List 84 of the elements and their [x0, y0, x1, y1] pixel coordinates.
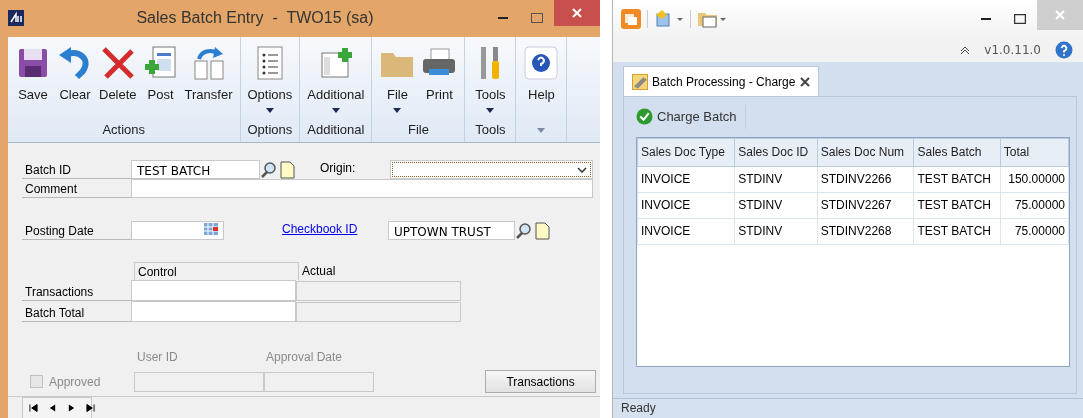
checkbook-link[interactable]: Checkbook ID: [282, 220, 388, 238]
ribbon-button[interactable]: Delete: [96, 37, 140, 120]
close-icon: [1055, 10, 1065, 20]
ribbon-button[interactable]: Save: [12, 37, 54, 120]
date-field[interactable]: [131, 221, 224, 240]
ribbon-button[interactable]: Transfer: [181, 37, 236, 120]
tab[interactable]: Batch Processing - Charge: [623, 66, 819, 96]
check-circle-icon: [636, 108, 653, 126]
table-cell: STDINV: [734, 166, 818, 192]
input-field[interactable]: TEST BATCH: [131, 160, 260, 179]
input-field[interactable]: [131, 179, 593, 198]
ribbon-button[interactable]: Clear: [54, 37, 96, 120]
minimize-icon: [498, 16, 508, 19]
ribbon-button[interactable]: Tools: [469, 37, 512, 120]
ribbon-group-label: Tools: [474, 120, 507, 139]
ribbon-button[interactable]: File: [376, 37, 419, 120]
ribbon-button[interactable]: Print: [418, 37, 461, 120]
next-record-icon[interactable]: [67, 403, 76, 413]
ribbon-group-label: File: [406, 120, 430, 139]
chevron-down-icon: [577, 166, 587, 173]
collapse-icon[interactable]: [537, 127, 546, 133]
last-record-icon[interactable]: [86, 403, 95, 413]
table-cell: TEST BATCH: [913, 218, 1001, 244]
close-icon[interactable]: [800, 76, 810, 87]
ribbon-button[interactable]: Additional: [304, 37, 368, 120]
calendar-icon: [204, 223, 218, 235]
table-cell: TEST BATCH: [913, 192, 1001, 218]
field-label: Origin:: [320, 160, 357, 177]
status-bar: Ready: [613, 398, 1083, 418]
table-cell: STDINV2266: [817, 166, 914, 192]
window-title: Sales Batch Entry - TWO15 (sa): [135, 7, 375, 28]
help-icon: [523, 45, 560, 81]
transactions-button[interactable]: Transactions: [485, 370, 596, 393]
table-cell: TEST BATCH: [913, 166, 1001, 192]
column-header[interactable]: Sales Doc Type: [637, 138, 735, 166]
document-plus-icon: [142, 45, 179, 81]
ribbon-group-label: Additional: [306, 120, 366, 139]
app-logo-icon: [8, 9, 24, 26]
table-cell: STDINV2268: [817, 218, 914, 244]
maximize-icon: [531, 12, 543, 23]
maximize-icon: [1014, 14, 1026, 24]
column-header[interactable]: Sales Doc ID: [734, 138, 818, 166]
note-icon[interactable]: [533, 222, 551, 240]
help-icon[interactable]: [1055, 41, 1073, 59]
document-pencil-icon: [632, 73, 648, 90]
ribbon-group-label: Options: [246, 120, 294, 139]
field-label: Approval Date: [265, 349, 343, 366]
ribbon-button[interactable]: Post: [139, 37, 182, 120]
column-header: Actual: [301, 263, 337, 280]
input-field[interactable]: [131, 280, 296, 301]
table-cell: STDINV2267: [817, 192, 914, 218]
input-field[interactable]: [131, 301, 296, 322]
ribbon-button[interactable]: Options: [244, 37, 296, 120]
paint-bucket-icon[interactable]: [654, 9, 684, 29]
column-header[interactable]: Sales Doc Num: [817, 138, 914, 166]
minimize-icon: [981, 18, 991, 20]
dropdown-field[interactable]: [390, 160, 593, 179]
table-cell: INVOICE: [637, 166, 735, 192]
first-record-icon[interactable]: [29, 403, 38, 413]
app-window-icon[interactable]: [621, 9, 641, 29]
previous-record-icon[interactable]: [48, 403, 57, 413]
collapse-ribbon-icon[interactable]: [960, 46, 971, 54]
charge-batch-button[interactable]: Charge Batch: [636, 105, 746, 129]
table-cell: 75.00000: [1000, 192, 1069, 218]
ribbon-group-label: Actions: [101, 120, 147, 139]
table-cell: 75.00000: [1000, 218, 1069, 244]
lookup-icon[interactable]: [515, 222, 533, 240]
column-header[interactable]: Total: [1000, 138, 1069, 166]
lookup-icon[interactable]: [260, 161, 278, 179]
checkbox: Approved: [22, 372, 134, 391]
delete-x-icon: [99, 45, 136, 81]
ribbon-button[interactable]: Help: [520, 37, 563, 120]
close-icon: [572, 8, 582, 18]
close-button[interactable]: [554, 0, 600, 26]
tab-label: Batch Processing - Charge: [652, 73, 796, 91]
version-label: v1.0.11.0: [984, 42, 1041, 59]
table-cell: 150.00000: [1000, 166, 1069, 192]
table-cell: INVOICE: [637, 218, 735, 244]
table-cell: STDINV: [734, 192, 818, 218]
input-field[interactable]: UPTOWN TRUST: [388, 221, 515, 240]
table-cell: INVOICE: [637, 192, 735, 218]
table-cell: STDINV: [734, 218, 818, 244]
column-header[interactable]: Sales Batch: [913, 138, 1001, 166]
field-label: User ID: [136, 349, 179, 366]
